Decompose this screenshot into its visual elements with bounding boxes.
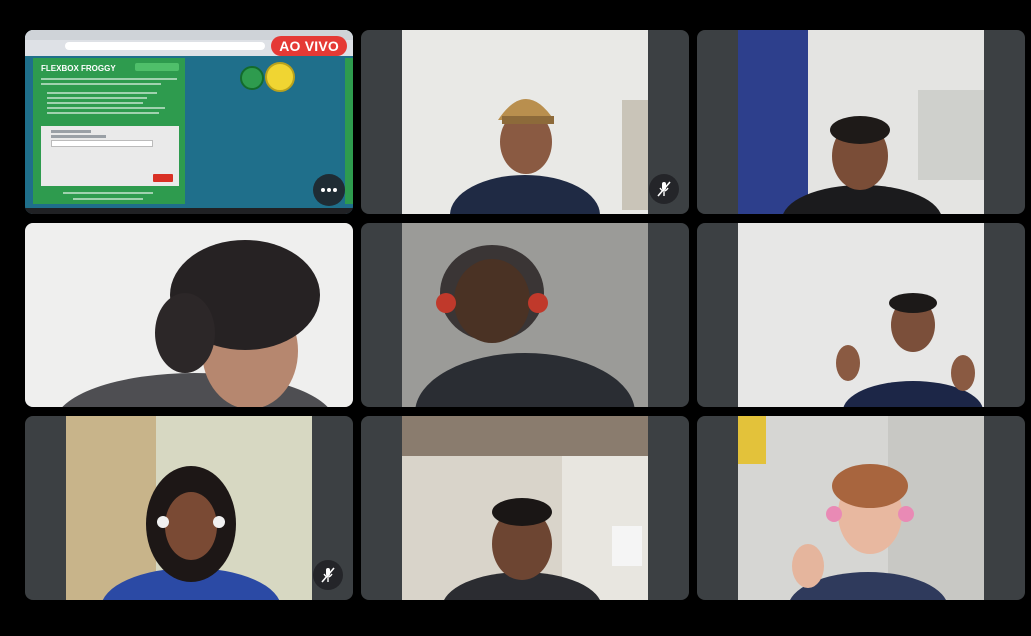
participant-tile-7[interactable] <box>361 416 689 600</box>
participant-tile-4[interactable] <box>361 223 689 407</box>
instruction-line <box>47 112 159 114</box>
video-feed <box>66 416 312 600</box>
video-feed <box>402 223 648 407</box>
participant-tile-8[interactable] <box>697 416 1025 600</box>
froggy-title: FLEXBOX FROGGY <box>41 64 116 73</box>
live-badge: AO VIVO <box>271 36 347 56</box>
more-options-button[interactable] <box>313 174 345 206</box>
participant-tile-1[interactable] <box>361 30 689 214</box>
lilypad-icon <box>265 62 295 92</box>
instruction-line <box>47 92 157 94</box>
code-editor <box>41 126 179 186</box>
participant-tile-2[interactable] <box>697 30 1025 214</box>
shared-screen: FLEXBOX FROGGY <box>25 30 353 214</box>
mic-off-icon <box>657 181 671 197</box>
video-feed <box>738 30 984 214</box>
code-input <box>51 140 153 147</box>
participant-muted-indicator <box>313 560 343 590</box>
footer-line <box>73 198 143 200</box>
participant-tile-5[interactable] <box>697 223 1025 407</box>
video-feed <box>738 223 984 407</box>
code-line <box>51 130 91 133</box>
froggy-instructions-panel: FLEXBOX FROGGY <box>33 58 185 204</box>
instruction-line <box>47 97 147 99</box>
instruction-line <box>41 78 177 80</box>
browser-url-bar <box>65 42 265 50</box>
scrollbar <box>345 58 353 204</box>
participant-tile-6[interactable] <box>25 416 353 600</box>
code-line <box>51 135 106 138</box>
frog-icon <box>240 66 264 90</box>
footer-line <box>63 192 153 194</box>
mic-off-icon <box>321 567 335 583</box>
instruction-line <box>47 107 165 109</box>
participant-muted-indicator <box>649 174 679 204</box>
taskbar <box>25 208 353 214</box>
presentation-tile[interactable]: FLEXBOX FROGGY AO VIVO <box>25 30 353 214</box>
instruction-line <box>47 102 143 104</box>
meeting-screen: { "presentation": { "live_badge": "AO VI… <box>0 0 1031 636</box>
video-feed <box>402 30 648 214</box>
video-feed <box>25 223 353 407</box>
level-selector <box>135 63 179 71</box>
video-feed <box>738 416 984 600</box>
video-feed <box>402 416 648 600</box>
instruction-line <box>41 83 161 85</box>
more-options-icon <box>321 188 337 192</box>
participant-tile-3[interactable] <box>25 223 353 407</box>
next-button <box>153 174 173 182</box>
